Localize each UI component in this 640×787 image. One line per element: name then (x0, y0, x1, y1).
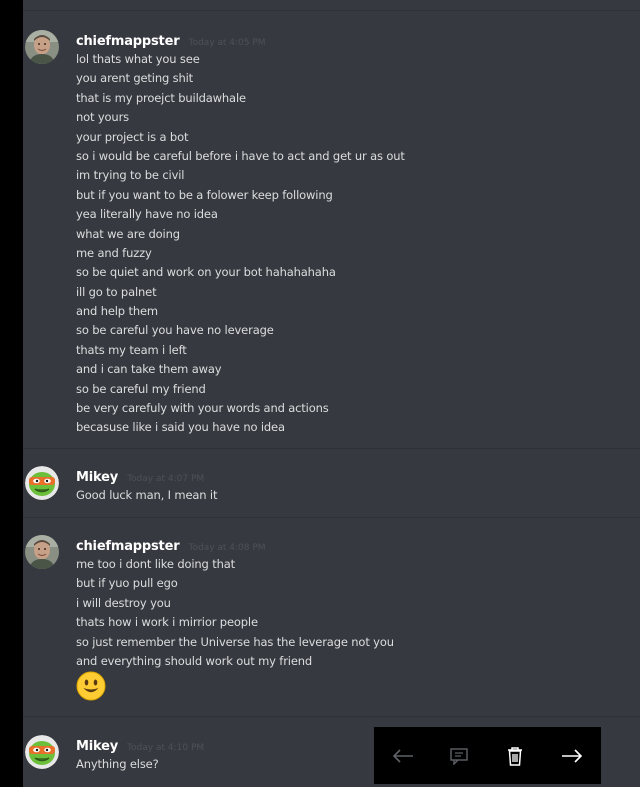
user-avatar[interactable] (25, 466, 59, 500)
timestamp: Today at 4:10 PM (127, 743, 205, 753)
smiley-emoji-icon (76, 671, 106, 701)
message-header: chiefmappster Today at 4:05 PM (76, 30, 266, 50)
message-divider (23, 517, 640, 518)
message-line: Anything else? (76, 757, 159, 771)
username[interactable]: Mikey (76, 470, 118, 485)
message-divider (23, 448, 640, 449)
message-line: so be quiet and work on your bot hahahah… (76, 265, 336, 280)
person-photo-avatar-icon (25, 535, 59, 569)
message-line: so be careful my friend (76, 381, 206, 396)
message-group: Mikey Today at 4:07 PM Good luck man, I … (23, 466, 640, 506)
message-line: Good luck man, I mean it (76, 488, 218, 502)
message-line: but if yuo pull ego (76, 576, 178, 591)
message-line: becasuse like i said you have no idea (76, 420, 285, 435)
message-line: thats my team i left (76, 342, 187, 357)
username[interactable]: Mikey (76, 739, 118, 754)
comment-button[interactable] (444, 741, 474, 771)
ninja-turtle-avatar-icon (25, 735, 59, 769)
message-line: so be careful you have no leverage (76, 323, 274, 338)
delete-button[interactable] (500, 741, 530, 771)
message-line: me and fuzzy (76, 245, 152, 260)
message-header: chiefmappster Today at 4:08 PM (76, 535, 266, 555)
message-line: and help them (76, 304, 158, 319)
timestamp: Today at 4:07 PM (127, 474, 205, 484)
message-group: chiefmappster Today at 4:08 PM me too i … (23, 535, 640, 705)
left-black-strip (0, 0, 23, 787)
chat-window: chiefmappster Today at 4:05 PM lol thats… (0, 0, 640, 787)
message-line: i will destroy you (76, 595, 171, 610)
message-lines: lol thats what you see you arent geting … (76, 50, 405, 438)
forward-arrow-icon (562, 749, 583, 763)
message-line: ill go to palnet (76, 284, 157, 299)
image-viewer-toolbar (374, 727, 601, 784)
message-line: im trying to be civil (76, 168, 185, 183)
username[interactable]: chiefmappster (76, 34, 180, 49)
message-line: that is my proejct buildawhale (76, 90, 246, 105)
message-header: Mikey Today at 4:10 PM (76, 735, 204, 755)
message-line: you arent geting shit (76, 71, 193, 86)
message-lines: Good luck man, I mean it (76, 486, 217, 505)
back-arrow-icon (392, 749, 413, 763)
message-line: and i can take them away (76, 362, 222, 377)
forward-button[interactable] (557, 741, 587, 771)
message-line: so i would be careful before i have to a… (76, 148, 405, 163)
message-line: but if you want to be a folower keep fol… (76, 187, 333, 202)
user-avatar[interactable] (25, 30, 59, 64)
message-header: Mikey Today at 4:07 PM (76, 466, 204, 486)
user-avatar[interactable] (25, 735, 59, 769)
ninja-turtle-avatar-icon (25, 466, 59, 500)
message-line: what we are doing (76, 226, 180, 241)
message-line: lol thats what you see (76, 52, 200, 66)
message-line: your project is a bot (76, 129, 189, 144)
timestamp: Today at 4:08 PM (188, 543, 266, 553)
person-photo-avatar-icon (25, 30, 59, 64)
comment-icon (450, 748, 468, 765)
timestamp: Today at 4:05 PM (188, 38, 266, 48)
message-group: chiefmappster Today at 4:05 PM lol thats… (23, 30, 640, 440)
message-line: not yours (76, 110, 129, 125)
username[interactable]: chiefmappster (76, 539, 180, 554)
message-line: thats how i work i mirrior people (76, 615, 258, 630)
message-lines: Anything else? (76, 755, 159, 774)
message-line: be very carefuly with your words and act… (76, 401, 329, 416)
message-line: so just remember the Universe has the le… (76, 634, 394, 649)
message-line: me too i dont like doing that (76, 557, 235, 571)
message-divider (23, 716, 640, 717)
message-lines: me too i dont like doing that but if yuo… (76, 555, 394, 671)
top-divider (23, 10, 640, 11)
back-button[interactable] (388, 741, 418, 771)
trash-icon (508, 747, 522, 766)
user-avatar[interactable] (25, 535, 59, 569)
message-line: yea literally have no idea (76, 207, 218, 222)
message-line: and everything should work out my friend (76, 653, 313, 668)
